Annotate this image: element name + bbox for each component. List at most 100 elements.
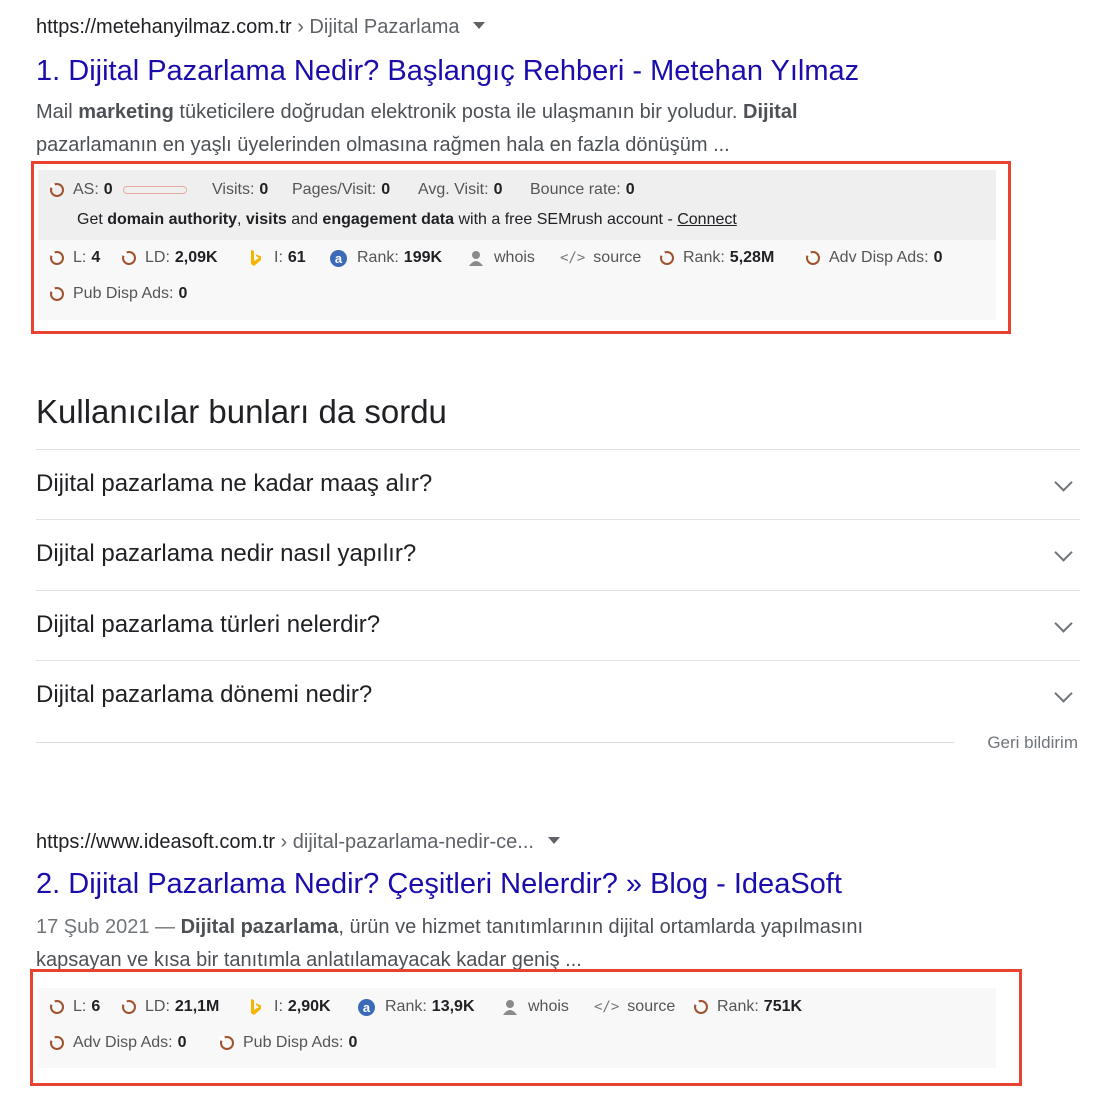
result2-menu-caret-icon[interactable]	[547, 837, 560, 845]
l-metric[interactable]: L: 4	[50, 249, 100, 267]
semrush-icon	[660, 251, 674, 265]
metric-value: 0	[259, 181, 269, 198]
as-metric[interactable]: AS: 0	[50, 181, 187, 199]
metric-label: Adv Disp Ads:	[829, 249, 929, 266]
alexa-rank-metric[interactable]: a Rank: 199K	[330, 249, 442, 267]
result2-snippet: 17 Şub 2021 — Dijital pazarlama, ürün ve…	[36, 911, 1016, 977]
metric-label: Avg. Visit:	[418, 181, 489, 198]
metric-label: Pages/Visit:	[292, 181, 377, 198]
result1-url[interactable]: https://metehanyilmaz.com.tr › Dijital P…	[36, 16, 486, 39]
question-row[interactable]: Dijital pazarlama ne kadar maaş alır?	[36, 449, 1080, 519]
metric-label: L:	[73, 249, 87, 266]
people-also-ask-heading: Kullanıcılar bunları da sordu	[36, 393, 447, 430]
snippet-bold: marketing	[78, 101, 174, 123]
question-text: Dijital pazarlama nedir nasıl yapılır?	[36, 540, 417, 567]
bing-icon	[250, 249, 262, 267]
avg-visit-metric: Avg. Visit: 0	[418, 181, 502, 199]
metric-value: 61	[287, 249, 306, 266]
metric-label: AS:	[73, 181, 99, 198]
snippet-text: tüketicilere doğrudan elektronik posta i…	[173, 101, 744, 123]
pages-visit-metric: Pages/Visit: 0	[292, 181, 390, 199]
source-link[interactable]: </> source	[560, 249, 641, 267]
metric-value: 199K	[403, 249, 443, 266]
bounce-rate-metric: Bounce rate: 0	[530, 181, 635, 199]
seo-toolbar-1: AS: 0 Visits: 0 Pages/Visit: 0 Avg. Visit: 0…	[38, 170, 996, 320]
metric-value: 0	[625, 181, 635, 198]
chevron-down-icon[interactable]	[1054, 684, 1073, 703]
semrush-icon	[50, 183, 64, 197]
alexa-icon: a	[330, 249, 347, 267]
chevron-down-icon[interactable]	[1054, 614, 1073, 633]
result2-number: 2.	[36, 868, 61, 900]
person-icon	[468, 250, 484, 266]
metric-label: I:	[274, 249, 283, 266]
metric-value: 0	[381, 181, 391, 198]
snippet-text: , ürün ve hizmet tanıtımlarının dijital …	[338, 916, 864, 938]
metric-label: Rank:	[683, 249, 725, 266]
chevron-down-icon[interactable]	[1054, 473, 1073, 492]
result1-number: 1.	[36, 55, 61, 87]
promo-text: and	[286, 211, 323, 228]
promo-bold: engagement data	[322, 211, 455, 228]
metric-label: LD:	[145, 249, 170, 266]
metric-value: 0	[933, 249, 943, 266]
metric-value: 4	[91, 249, 101, 266]
snippet-text: Mail	[36, 101, 79, 123]
code-icon: </>	[560, 250, 586, 266]
connect-link[interactable]: Connect	[677, 211, 737, 228]
question-text: Dijital pazarlama ne kadar maaş alır?	[36, 470, 433, 497]
result1-title-link[interactable]: 1. Dijital Pazarlama Nedir? Başlangıç Re…	[36, 55, 859, 88]
chevron-down-icon[interactable]	[1054, 543, 1073, 562]
result1-snippet: Mail marketing tüketicilere doğrudan ele…	[36, 96, 1016, 162]
promo-text: with a free SEMrush account -	[454, 211, 678, 228]
metric-value: 0	[178, 285, 188, 302]
metric-value: 5,28M	[729, 249, 775, 266]
adv-disp-ads-metric[interactable]: Adv Disp Ads: 0	[806, 249, 943, 267]
metric-label: Pub Disp Ads:	[73, 285, 174, 302]
feedback-divider	[36, 742, 954, 743]
feedback-link[interactable]: Geri bildirim	[987, 733, 1078, 753]
visits-metric: Visits: 0	[212, 181, 268, 199]
question-row[interactable]: Dijital pazarlama türleri nelerdir?	[36, 590, 1080, 660]
result1-title: Dijital Pazarlama Nedir? Başlangıç Rehbe…	[68, 55, 860, 87]
question-row[interactable]: Dijital pazarlama dönemi nedir?	[36, 660, 1080, 730]
i-metric[interactable]: I: 61	[250, 249, 306, 267]
metric-value: 0	[493, 181, 503, 198]
semrush-rank-metric[interactable]: Rank: 5,28M	[660, 249, 774, 267]
pub-disp-ads-metric[interactable]: Pub Disp Ads: 0	[50, 285, 187, 303]
question-text: Dijital pazarlama dönemi nedir?	[36, 681, 373, 708]
whois-link[interactable]: whois	[468, 249, 535, 267]
result2-breadcrumb: › dijital-pazarlama-nedir-ce...	[274, 831, 534, 853]
semrush-icon	[50, 251, 64, 265]
source-label: source	[593, 249, 642, 266]
result1-breadcrumb: › Dijital Pazarlama	[291, 16, 460, 38]
snippet-bold: Dijital pazarlama	[180, 916, 339, 938]
metric-value: 0	[103, 181, 113, 198]
ld-metric[interactable]: LD: 2,09K	[122, 249, 218, 267]
result2-domain: https://www.ideasoft.com.tr	[36, 831, 275, 853]
as-progress-bar	[122, 186, 187, 194]
semrush-icon	[122, 251, 136, 265]
snippet-bold: Dijital	[743, 101, 798, 123]
metric-label: Rank:	[357, 249, 399, 266]
promo-bold: visits	[245, 211, 287, 228]
snippet-text: pazarlamanın en yaşlı üyelerinden olması…	[36, 134, 730, 156]
metric-label: Bounce rate:	[530, 181, 621, 198]
semrush-icon	[50, 287, 64, 301]
seo-toolbar-highlight-2	[30, 969, 1022, 1086]
promo-text: Get	[77, 211, 108, 228]
promo-text: ,	[237, 211, 246, 228]
result2-url[interactable]: https://www.ideasoft.com.tr › dijital-pa…	[36, 831, 560, 854]
question-row[interactable]: Dijital pazarlama nedir nasıl yapılır?	[36, 519, 1080, 589]
result2-title: Dijital Pazarlama Nedir? Çeşitleri Neler…	[68, 868, 842, 900]
whois-label: whois	[494, 249, 535, 266]
snippet-date: 17 Şub 2021 —	[36, 916, 181, 938]
result1-menu-caret-icon[interactable]	[473, 22, 486, 30]
snippet-text: kapsayan ve kısa bir tanıtımla anlatılam…	[36, 949, 582, 971]
semrush-icon	[806, 251, 820, 265]
result2-title-link[interactable]: 2. Dijital Pazarlama Nedir? Çeşitleri Ne…	[36, 868, 842, 901]
semrush-promo-text: Get domain authority, visits and engagem…	[77, 211, 737, 229]
result1-domain: https://metehanyilmaz.com.tr	[36, 16, 292, 38]
metric-value: 2,09K	[174, 249, 218, 266]
promo-bold: domain authority	[107, 211, 238, 228]
